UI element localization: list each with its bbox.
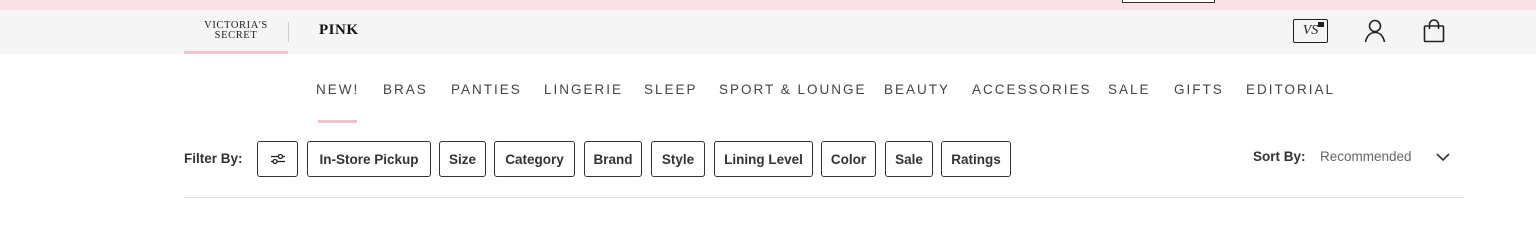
chevron-down-icon[interactable] [1435, 150, 1451, 162]
filter-size[interactable]: Size [439, 141, 486, 177]
victorias-secret-logo[interactable]: VICTORIA'S SECRET [184, 10, 288, 54]
filter-by-label: Filter By: [184, 151, 243, 166]
sort-dropdown[interactable]: Recommended [1320, 149, 1412, 164]
promo-tab[interactable] [1122, 0, 1215, 3]
filter-style[interactable]: Style [651, 141, 705, 177]
nav-item-accessories[interactable]: ACCESSORIES [972, 82, 1092, 97]
filter-ratings[interactable]: Ratings [941, 141, 1011, 177]
card-corner-mark [1318, 22, 1324, 27]
filter-sale[interactable]: Sale [885, 141, 933, 177]
nav-item-beauty[interactable]: BEAUTY [884, 82, 950, 97]
nav-item-new[interactable]: NEW! [316, 82, 359, 97]
filter-bar-divider [184, 197, 1464, 198]
nav-item-lingerie[interactable]: LINGERIE [544, 82, 623, 97]
vs-logo-line1: VICTORIA'S [204, 19, 268, 31]
filter-color[interactable]: Color [821, 141, 876, 177]
nav-active-indicator [318, 120, 357, 123]
pink-logo[interactable]: PINK [319, 22, 359, 39]
sort-by-label: Sort By: [1253, 149, 1306, 164]
filter-in-store-pickup[interactable]: In-Store Pickup [307, 141, 431, 177]
nav-item-gifts[interactable]: GIFTS [1174, 82, 1224, 97]
filter-brand[interactable]: Brand [584, 141, 642, 177]
brand-divider [288, 22, 289, 42]
vs-logo-line2: SECRET [214, 29, 258, 41]
nav-item-sale[interactable]: SALE [1108, 82, 1151, 97]
promo-strip [0, 0, 1536, 10]
account-icon[interactable] [1363, 18, 1387, 44]
nav-item-panties[interactable]: PANTIES [451, 82, 522, 97]
main-navigation: NEW! BRAS PANTIES LINGERIE SLEEP SPORT &… [0, 82, 1536, 100]
sliders-icon [270, 153, 285, 165]
filter-settings-button[interactable] [257, 141, 298, 177]
nav-item-editorial[interactable]: EDITORIAL [1246, 82, 1335, 97]
nav-item-sport-lounge[interactable]: SPORT & LOUNGE [719, 82, 867, 97]
card-monogram: VS [1302, 23, 1319, 38]
filter-lining-level[interactable]: Lining Level [714, 141, 813, 177]
credit-card-icon[interactable]: VS [1293, 19, 1328, 43]
filter-category[interactable]: Category [494, 141, 575, 177]
nav-item-sleep[interactable]: SLEEP [644, 82, 698, 97]
nav-item-bras[interactable]: BRAS [383, 82, 428, 97]
shopping-bag-icon[interactable] [1422, 18, 1446, 44]
